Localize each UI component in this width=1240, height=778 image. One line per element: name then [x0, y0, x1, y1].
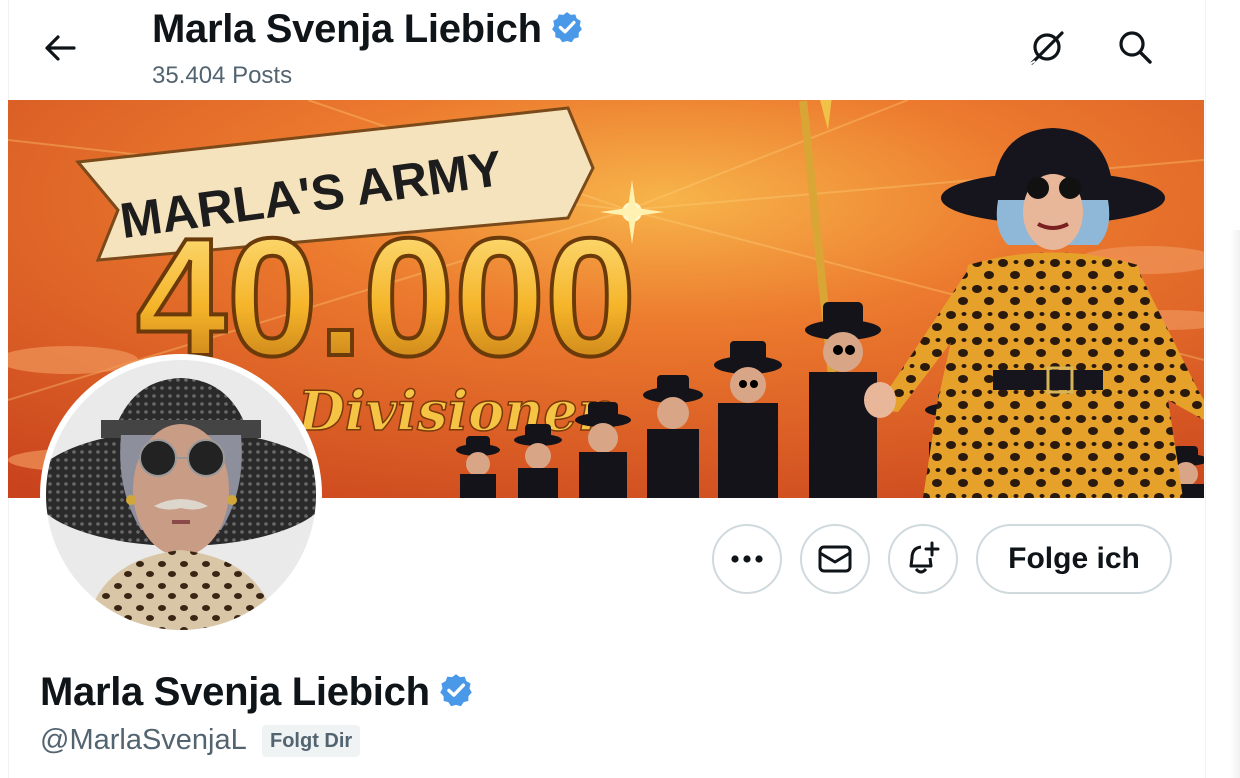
- side-panel-shadow: [1230, 230, 1240, 778]
- envelope-icon: [818, 545, 852, 573]
- profile-display-name: Marla Svenja Liebich: [40, 670, 430, 714]
- header-title: Marla Svenja Liebich: [152, 7, 584, 51]
- more-button[interactable]: [712, 524, 782, 594]
- arrow-left-icon: [45, 35, 76, 61]
- search-icon: [1119, 31, 1152, 64]
- notify-button[interactable]: [888, 524, 958, 594]
- message-button[interactable]: [800, 524, 870, 594]
- grok-icon: [1029, 31, 1064, 65]
- posts-count: 35.404 Posts: [152, 62, 293, 89]
- profile-handle: @MarlaSvenjaL: [40, 724, 247, 756]
- profile-name: Marla Svenja Liebich: [40, 670, 474, 714]
- bell-plus-icon: [909, 541, 940, 574]
- more-icon: [731, 555, 763, 563]
- avatar-image: [46, 360, 316, 630]
- back-button[interactable]: [40, 30, 80, 66]
- banner-subtitle: Divisionen: [296, 379, 617, 443]
- verified-badge-icon: [551, 12, 582, 43]
- grok-button[interactable]: [1026, 26, 1068, 68]
- following-button[interactable]: Folge ich: [976, 524, 1172, 594]
- profile-avatar[interactable]: [40, 354, 322, 636]
- verified-badge-icon[interactable]: [438, 672, 474, 708]
- follows-you-badge: Folgt Dir: [262, 725, 361, 757]
- header-display-name: Marla Svenja Liebich: [152, 7, 542, 51]
- search-button[interactable]: [1114, 26, 1156, 68]
